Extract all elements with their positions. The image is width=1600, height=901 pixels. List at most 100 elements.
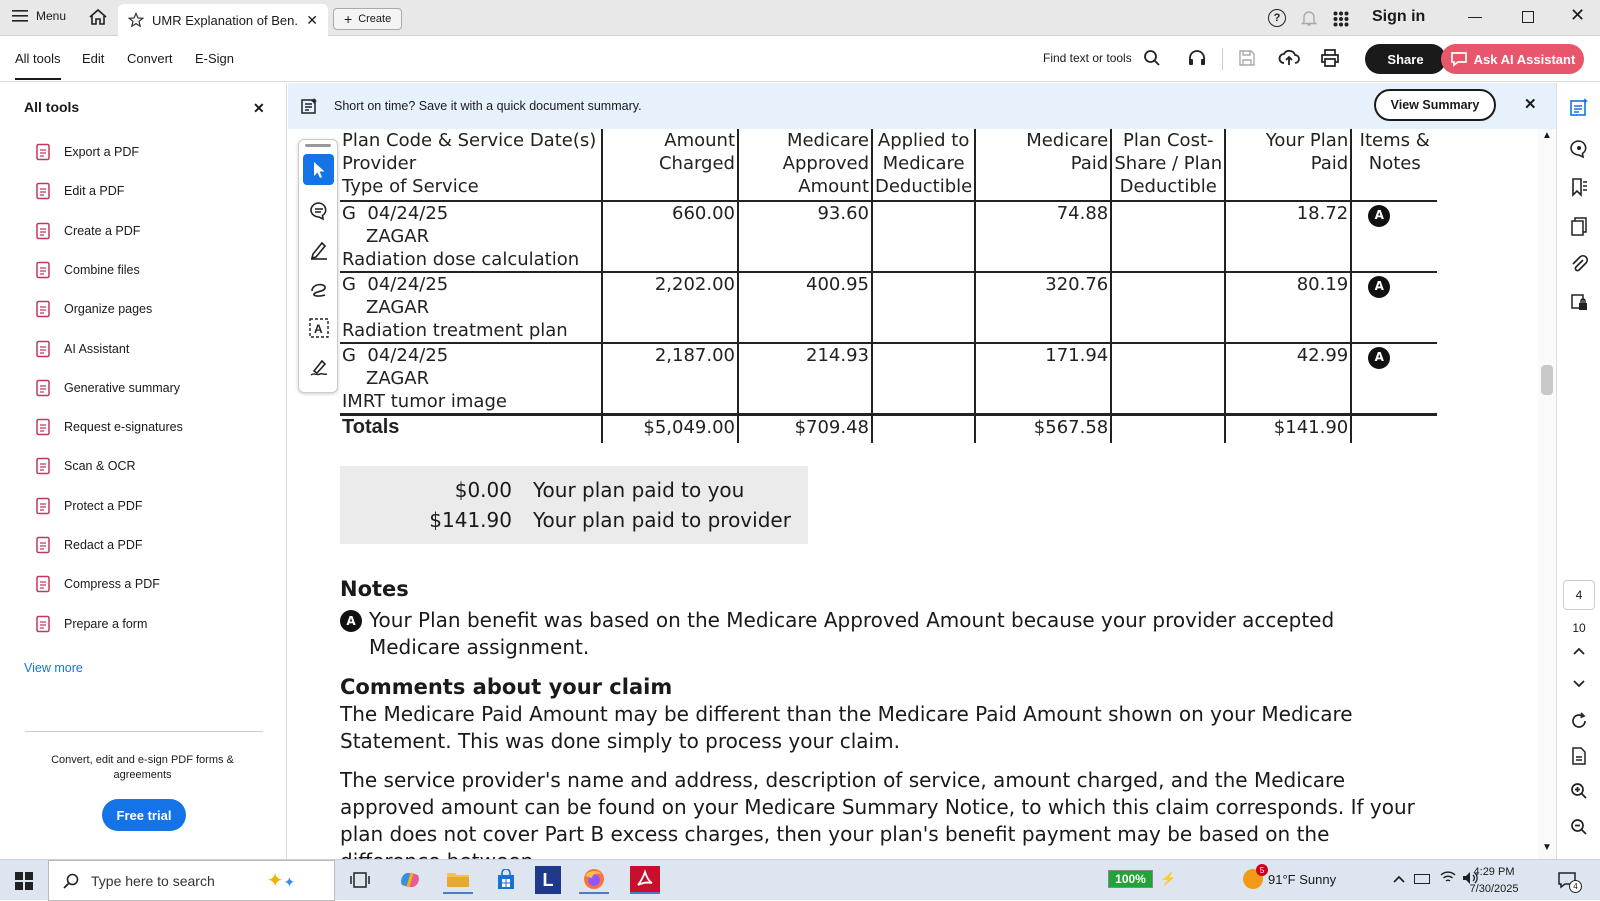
- paid-to-provider-label: Your plan paid to provider: [533, 508, 791, 532]
- ask-ai-label: Ask AI Assistant: [1473, 51, 1576, 67]
- generative-summary-icon[interactable]: [1569, 97, 1589, 117]
- restore-icon[interactable]: [1522, 11, 1534, 23]
- current-page-input[interactable]: 4: [1563, 580, 1595, 610]
- tool-item-prepare-form[interactable]: Prepare a form: [34, 615, 147, 633]
- scroll-up-arrow-icon[interactable]: ▲: [1542, 130, 1552, 141]
- note-badge: A: [340, 610, 362, 632]
- print-icon[interactable]: [1320, 49, 1340, 72]
- search-icon[interactable]: [1143, 49, 1161, 72]
- save-icon[interactable]: [1238, 49, 1256, 72]
- header-line: Your Plan: [1265, 130, 1349, 151]
- microsoft-store-icon[interactable]: [491, 866, 521, 894]
- document-tab-title: UMR Explanation of Ben...: [152, 12, 299, 28]
- menu-edit[interactable]: Edit: [82, 51, 104, 66]
- close-window-icon[interactable]: ✕: [1570, 5, 1585, 26]
- star-icon[interactable]: [128, 12, 144, 28]
- tool-item-e-signature[interactable]: Request e-signatures: [34, 418, 183, 436]
- toolstrip-grip[interactable]: [305, 144, 331, 147]
- sign-in-button[interactable]: Sign in: [1372, 8, 1425, 26]
- next-page-chevron-down-icon[interactable]: [1569, 674, 1589, 694]
- signature-pen-icon: [310, 359, 327, 376]
- close-panel-icon[interactable]: ✕: [253, 100, 265, 117]
- share-button[interactable]: Share: [1365, 44, 1446, 74]
- upload-cloud-icon[interactable]: [1278, 48, 1300, 73]
- close-tab-icon[interactable]: ✕: [306, 12, 318, 29]
- totals-approved: $709.48: [737, 414, 872, 443]
- menu-all-tools[interactable]: All tools: [15, 51, 61, 80]
- tool-item-organize-pages[interactable]: Organize pages: [34, 300, 152, 318]
- rotate-refresh-icon[interactable]: [1569, 711, 1589, 731]
- menu-convert[interactable]: Convert: [127, 51, 173, 66]
- scroll-down-arrow-icon[interactable]: ▼: [1542, 842, 1552, 853]
- vertical-scrollbar[interactable]: ▲ ▼: [1538, 129, 1556, 859]
- document-tab[interactable]: UMR Explanation of Ben... ✕: [118, 4, 328, 36]
- select-tool-button[interactable]: [303, 154, 334, 185]
- view-summary-button[interactable]: View Summary: [1374, 89, 1496, 121]
- tool-item-generative-summary[interactable]: Generative summary: [34, 379, 180, 397]
- tool-item-scan-ocr[interactable]: Scan & OCR: [34, 457, 136, 475]
- tool-item-combine-files[interactable]: Combine files: [34, 261, 140, 279]
- zoom-out-icon[interactable]: [1569, 817, 1589, 837]
- bookmarks-icon[interactable]: [1569, 177, 1589, 197]
- protect-lock-icon[interactable]: [1569, 292, 1589, 312]
- comments-panel-icon[interactable]: [1569, 139, 1589, 159]
- free-trial-button[interactable]: Free trial: [102, 799, 186, 831]
- file-explorer-icon[interactable]: [443, 866, 473, 894]
- acrobat-icon[interactable]: [630, 866, 660, 894]
- cell-note: A: [1350, 343, 1438, 416]
- tool-item-export-pdf[interactable]: Export a PDF: [34, 143, 139, 161]
- window-tab-bar: Menu UMR Explanation of Ben... ✕ + Creat…: [0, 0, 1600, 36]
- header-line: Notes: [1368, 153, 1421, 174]
- cell-provider: ZAGAR: [366, 226, 430, 247]
- e-signature-icon: [34, 418, 52, 436]
- taskbar-search-box[interactable]: Type here to search ✦✦: [48, 860, 335, 901]
- tool-item-label: Compress a PDF: [64, 577, 160, 592]
- scrollbar-thumb[interactable]: [1541, 365, 1553, 395]
- tool-item-protect-pdf[interactable]: Protect a PDF: [34, 497, 143, 515]
- apps-grid-icon[interactable]: [1333, 11, 1349, 32]
- zoom-in-icon[interactable]: [1569, 781, 1589, 801]
- highlight-tool-button[interactable]: [303, 234, 334, 265]
- find-tools-button[interactable]: Find text or tools: [1043, 51, 1132, 65]
- windows-start-icon[interactable]: [15, 872, 33, 895]
- copilot-icon[interactable]: [395, 866, 425, 894]
- create-button[interactable]: + Create: [333, 8, 403, 30]
- home-button[interactable]: [88, 8, 108, 31]
- read-aloud-headphones-icon[interactable]: [1187, 49, 1207, 72]
- tool-item-ai-assistant[interactable]: AI Assistant: [34, 340, 129, 358]
- paid-to-you-amount: $0.00: [454, 478, 512, 502]
- document-viewer[interactable]: Plan Code & Service Date(s) Provider Typ…: [288, 129, 1538, 859]
- header-line: Items &: [1359, 130, 1430, 151]
- tool-item-redact-pdf[interactable]: Redact a PDF: [34, 536, 143, 554]
- menu-button[interactable]: Menu: [12, 9, 66, 23]
- pages-thumbnails-icon[interactable]: [1569, 216, 1589, 236]
- minimize-icon[interactable]: [1468, 17, 1482, 18]
- weather-text[interactable]: 91°F Sunny: [1268, 872, 1336, 887]
- tool-item-edit-pdf[interactable]: Edit a PDF: [34, 182, 124, 200]
- draw-tool-button[interactable]: [303, 273, 334, 304]
- view-more-link[interactable]: View more: [24, 661, 83, 675]
- task-view-icon[interactable]: [345, 866, 375, 894]
- tray-chevron-up-icon[interactable]: [1392, 871, 1406, 889]
- comment-tool-button[interactable]: [303, 195, 334, 226]
- firefox-icon[interactable]: [579, 866, 609, 894]
- close-banner-icon[interactable]: ✕: [1524, 95, 1537, 113]
- text-tool-button[interactable]: A: [303, 312, 334, 343]
- menu-e-sign[interactable]: E-Sign: [195, 51, 234, 66]
- tool-item-compress-pdf[interactable]: Compress a PDF: [34, 575, 160, 593]
- l-app-icon[interactable]: L: [535, 866, 561, 894]
- sign-tool-button[interactable]: [303, 351, 334, 382]
- cell-code-date: G 04/24/25: [342, 274, 449, 295]
- previous-page-chevron-up-icon[interactable]: [1569, 641, 1589, 661]
- ask-ai-assistant-button[interactable]: Ask AI Assistant: [1441, 44, 1584, 74]
- cell-code-date: G 04/24/25: [342, 203, 449, 224]
- notification-bell-icon[interactable]: [1300, 9, 1318, 32]
- battery-icon[interactable]: [1414, 874, 1430, 884]
- attachments-icon[interactable]: [1569, 254, 1589, 274]
- tool-item-create-pdf[interactable]: Create a PDF: [34, 222, 140, 240]
- help-icon[interactable]: ?: [1268, 9, 1286, 27]
- search-icon: [63, 873, 79, 889]
- page-fit-icon[interactable]: [1569, 746, 1589, 766]
- totals-cost-share: [1110, 414, 1226, 443]
- system-clock[interactable]: 4:29 PM 7/30/2025: [1454, 864, 1534, 898]
